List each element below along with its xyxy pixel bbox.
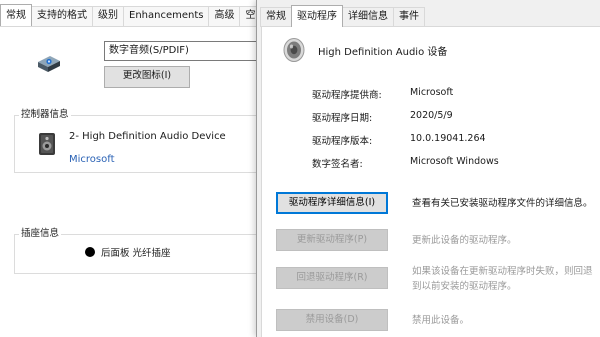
driver-page: High Definition Audio 设备 驱动程序提供商: Micros… (261, 26, 600, 337)
change-icon-button[interactable]: 更改图标(I) (104, 66, 190, 88)
controller-info-legend: 控制器信息 (19, 109, 71, 121)
tab-enhancements[interactable]: Enhancements (123, 6, 210, 26)
black-dot-icon (85, 247, 95, 257)
driver-details-description: 查看有关已安装驱动程序文件的详细信息。 (412, 198, 593, 209)
tab-general[interactable]: 常规 (0, 4, 32, 26)
digital-signer-value: Microsoft Windows (410, 156, 499, 167)
update-driver-button[interactable]: 更新驱动程序(P) (276, 229, 388, 251)
roll-back-driver-description: 如果该设备在更新驱动程序时失败，则回退到以前安装的驱动程序。 (412, 266, 593, 292)
driver-provider-value: Microsoft (410, 87, 454, 98)
tab-driver[interactable]: 驱动程序 (291, 5, 343, 27)
device-properties-dialog: 常规 驱动程序 详细信息 事件 High Definition Audio 设备… (256, 0, 600, 337)
audio-device-icon (39, 133, 55, 155)
driver-date-value: 2020/5/9 (410, 110, 453, 121)
disable-device-button[interactable]: 禁用设备(D) (276, 309, 388, 331)
sound-properties-dialog: 常规 支持的格式 级别 Enhancements 高级 空 数字音频(S/PDI… (0, 0, 276, 337)
tab-general-device[interactable]: 常规 (260, 7, 292, 27)
controller-name: 2- High Definition Audio Device (69, 131, 226, 142)
right-tab-strip: 常规 驱动程序 详细信息 事件 (260, 5, 425, 27)
controller-info-group: 控制器信息 2- High Definition Audio Device Mi… (14, 109, 276, 173)
driver-version-label: 驱动程序版本: (312, 136, 373, 147)
driver-provider-label: 驱动程序提供商: (312, 90, 382, 101)
speaker-icon (283, 38, 305, 62)
jack-info-group: 插座信息 后面板 光纤插座 (14, 228, 276, 274)
tab-events[interactable]: 事件 (393, 7, 425, 27)
driver-details-button[interactable]: 驱动程序详细信息(I) (276, 192, 388, 214)
tab-supported-formats[interactable]: 支持的格式 (31, 6, 93, 26)
screen: 常规 支持的格式 级别 Enhancements 高级 空 数字音频(S/PDI… (0, 0, 600, 337)
roll-back-driver-button[interactable]: 回退驱动程序(R) (276, 267, 388, 289)
digital-signer-label: 数字签名者: (312, 159, 363, 170)
device-name-input[interactable]: 数字音频(S/PDIF) (104, 41, 274, 61)
tab-advanced[interactable]: 高级 (208, 6, 241, 26)
device-title: High Definition Audio 设备 (318, 47, 448, 58)
driver-date-label: 驱动程序日期: (312, 113, 373, 124)
spdif-port-icon (38, 56, 60, 72)
left-tab-strip: 常规 支持的格式 级别 Enhancements 高级 空 (0, 4, 262, 26)
jack-info-legend: 插座信息 (19, 228, 62, 240)
tab-levels[interactable]: 级别 (92, 6, 124, 26)
driver-version-value: 10.0.19041.264 (410, 133, 486, 144)
tab-details[interactable]: 详细信息 (342, 7, 394, 27)
controller-vendor-link[interactable]: Microsoft (69, 154, 115, 165)
jack-label: 后面板 光纤插座 (101, 248, 171, 259)
disable-device-description: 禁用此设备。 (412, 315, 470, 326)
update-driver-description: 更新此设备的驱动程序。 (412, 235, 517, 246)
